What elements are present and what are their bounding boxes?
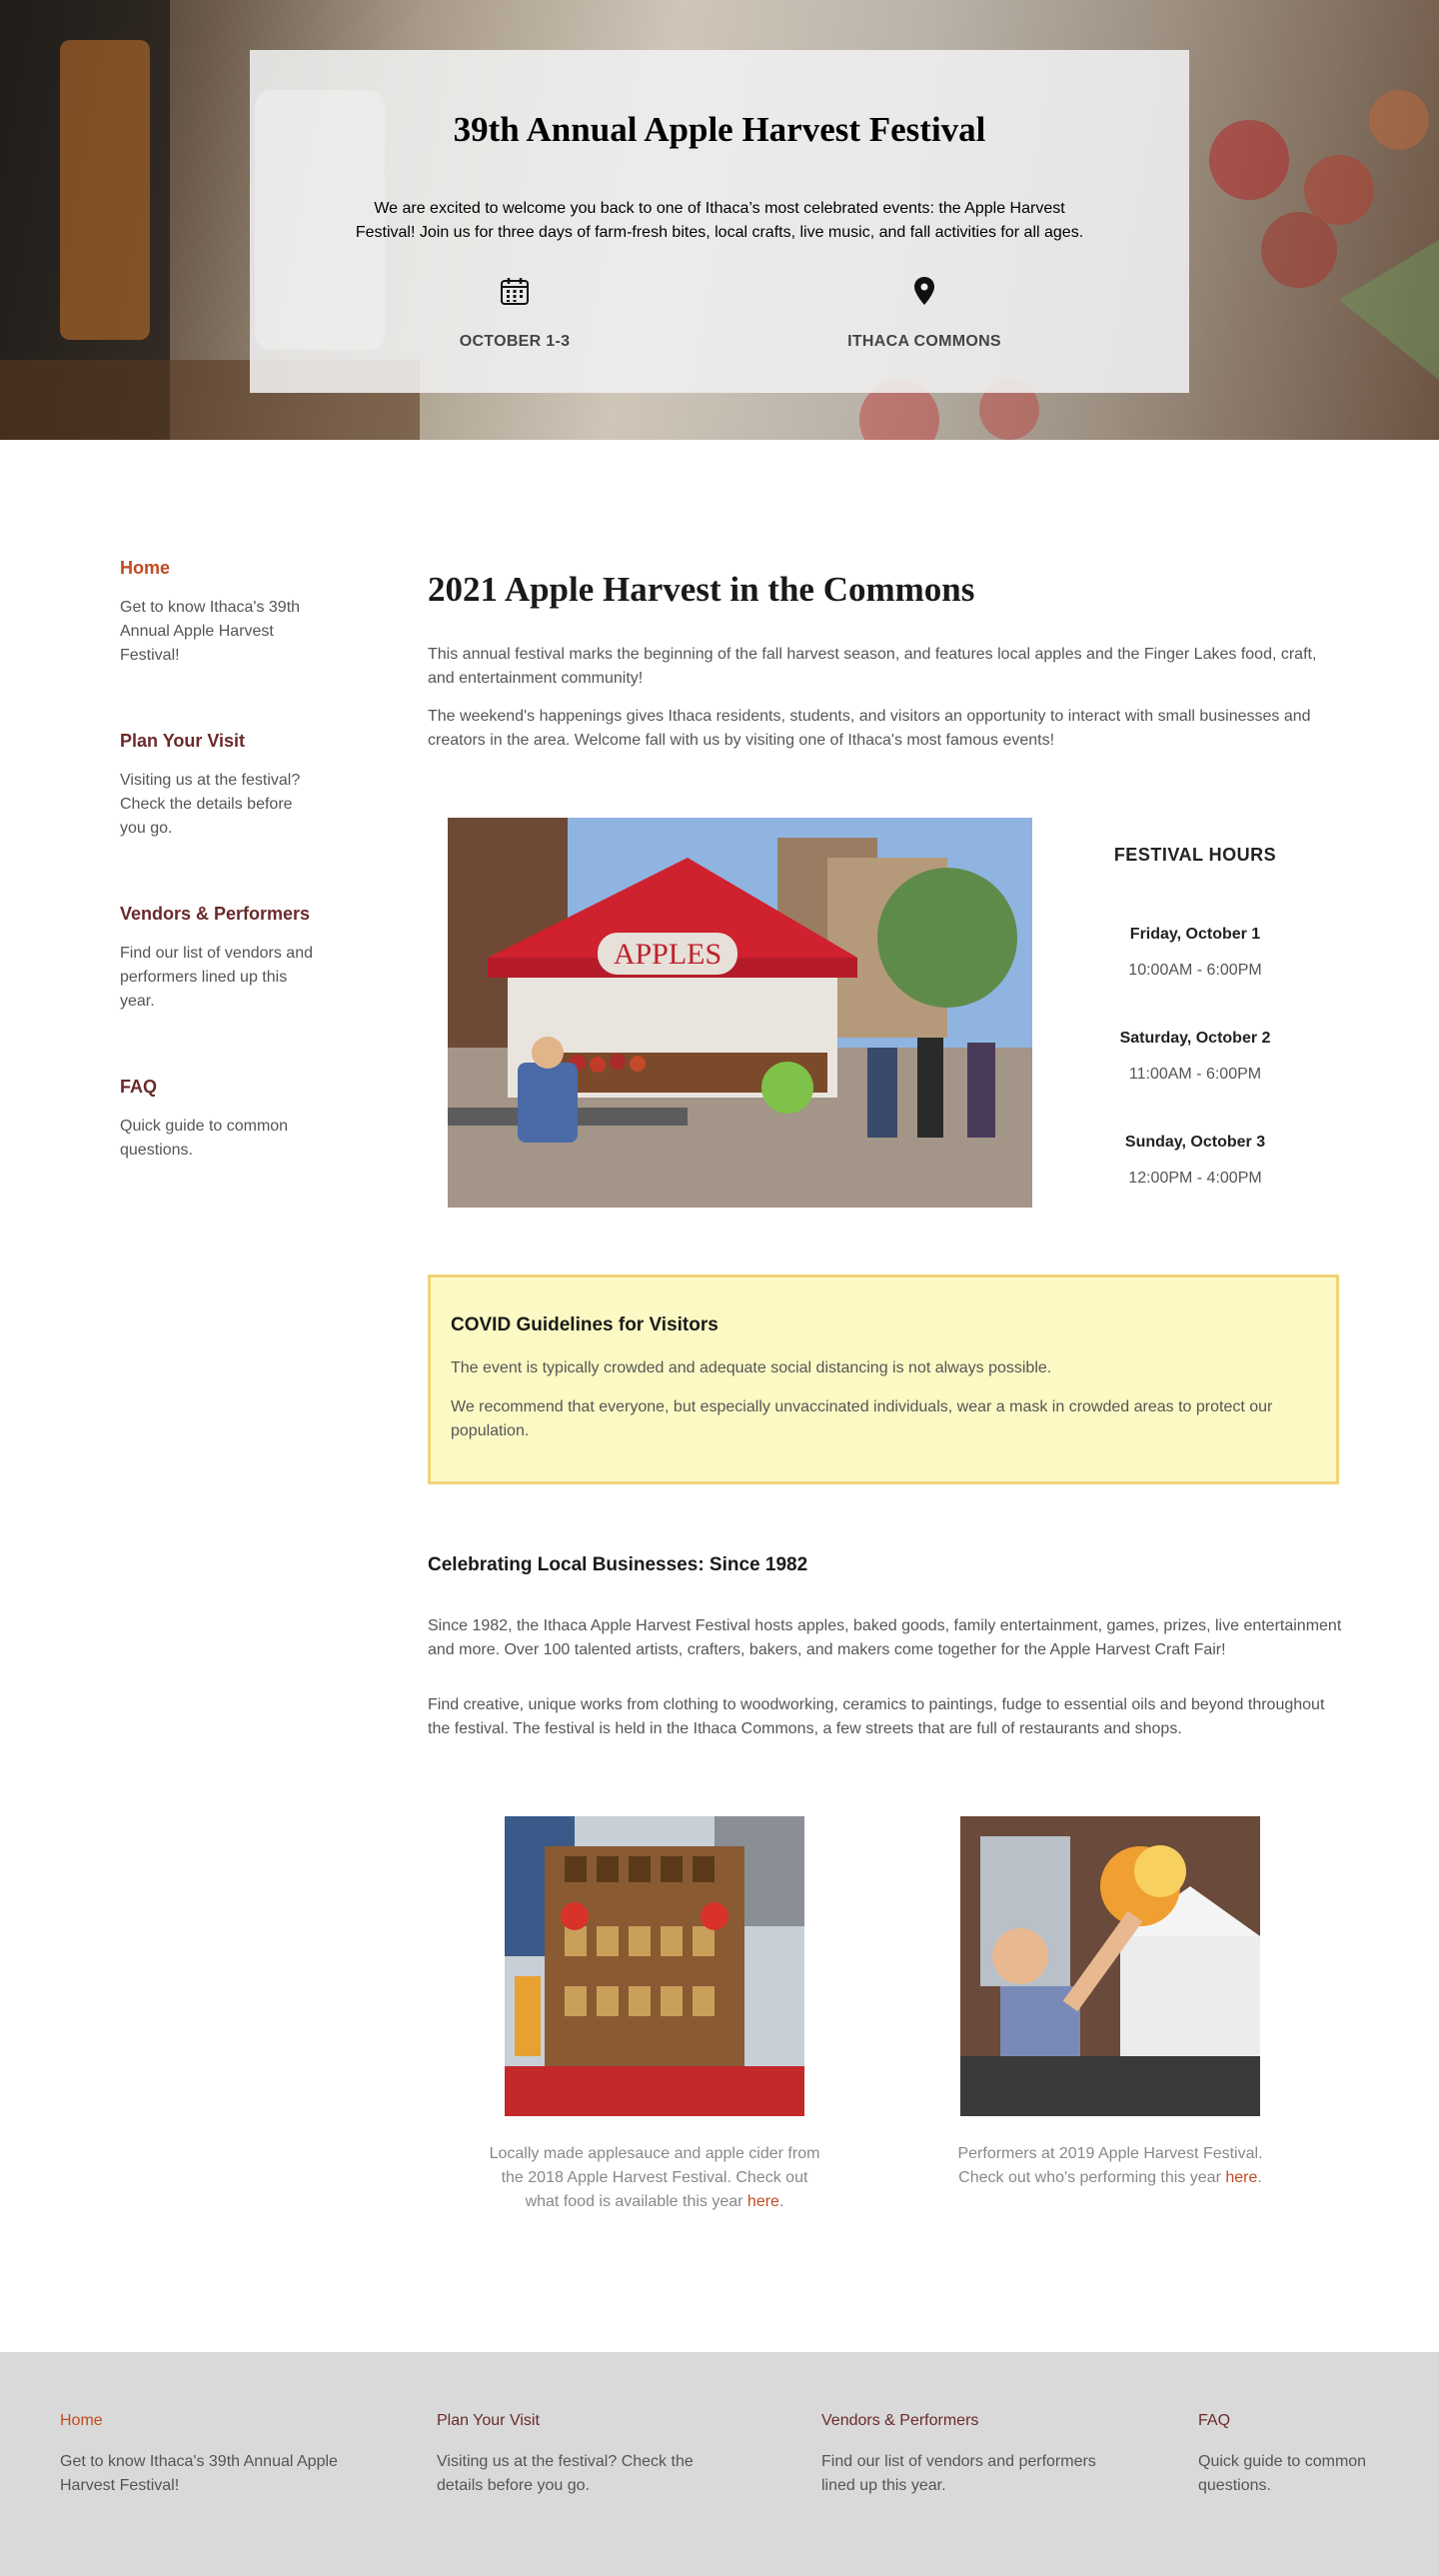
sidebar-item-vendors-performers[interactable]: Vendors & Performers Find our list of ve… [120, 901, 320, 1014]
sidebar-nav: Home Get to know Ithaca's 39th Annual Ap… [120, 555, 320, 1223]
hours-day: Friday, October 1 [1129, 926, 1261, 943]
footer-item-home[interactable]: Home Get to know Ithaca's 39th Annual Ap… [60, 2412, 370, 2498]
covid-paragraph: We recommend that everyone, but especial… [451, 1398, 1273, 1439]
sidebar-item-desc: Visiting us at the festival? Check the d… [120, 772, 301, 837]
performers-link[interactable]: here [1225, 2169, 1257, 2186]
sidebar-item-title[interactable]: FAQ [120, 1074, 320, 1101]
footer-item-faq[interactable]: FAQ Quick guide to common questions. [1198, 2412, 1398, 2498]
hours-time: 12:00PM - 4:00PM [1128, 1170, 1262, 1187]
local-businesses-title: Celebrating Local Businesses: Since 1982 [428, 1554, 808, 1575]
footer: Home Get to know Ithaca's 39th Annual Ap… [0, 2352, 1439, 2576]
local-paragraph: Since 1982, the Ithaca Apple Harvest Fes… [428, 1617, 1342, 1658]
footer-item-desc: Quick guide to common questions. [1198, 2453, 1367, 2494]
sidebar-item-title[interactable]: Vendors & Performers [120, 901, 320, 928]
sidebar-item-desc: Get to know Ithaca's 39th Annual Apple H… [120, 599, 301, 664]
map-pin-icon [914, 277, 934, 305]
figure-caption: Performers at 2019 Apple Harvest Festiva… [957, 2145, 1263, 2186]
event-location-label: ITHACA COMMONS [847, 333, 1001, 350]
footer-item-desc: Visiting us at the festival? Check the d… [437, 2453, 694, 2494]
sidebar-item-home[interactable]: Home Get to know Ithaca's 39th Annual Ap… [120, 555, 320, 668]
covid-paragraph: The event is typically crowded and adequ… [451, 1359, 1052, 1376]
hours-item: Sunday, October 3 12:00PM - 4:00PM [1079, 1134, 1311, 1188]
footer-item-desc: Get to know Ithaca's 39th Annual Apple H… [60, 2453, 338, 2494]
event-location: ITHACA COMMONS [774, 275, 1074, 351]
hero-intro: We are excited to welcome you back to on… [355, 200, 1084, 241]
food-link[interactable]: here [747, 2193, 779, 2210]
footer-item-vendors-performers[interactable]: Vendors & Performers Find our list of ve… [821, 2412, 1111, 2498]
festival-hours-title: FESTIVAL HOURS [1113, 845, 1277, 865]
hours-item: Saturday, October 2 11:00AM - 6:00PM [1079, 1030, 1311, 1084]
hours-time: 11:00AM - 6:00PM [1128, 1066, 1262, 1083]
hours-time: 10:00AM - 6:00PM [1128, 962, 1262, 979]
hours-day: Saturday, October 2 [1119, 1030, 1271, 1047]
covid-guidelines-box: COVID Guidelines for Visitors The event … [428, 1275, 1339, 1484]
event-date-label: OCTOBER 1-3 [459, 333, 571, 350]
apples-sign-text: APPLES [614, 938, 721, 971]
hours-item: Friday, October 1 10:00AM - 6:00PM [1079, 926, 1311, 980]
hero-title: 39th Annual Apple Harvest Festival [453, 110, 986, 149]
main-content: 2021 Apple Harvest in the Commons This a… [428, 570, 1339, 753]
applesauce-photo [505, 1816, 804, 2116]
footer-item-plan-your-visit[interactable]: Plan Your Visit Visiting us at the festi… [437, 2412, 726, 2498]
intro-paragraph: The weekend's happenings gives Ithaca re… [428, 708, 1311, 749]
festival-hours: FESTIVAL HOURS Friday, October 1 10:00AM… [1079, 845, 1311, 1188]
hours-day: Sunday, October 3 [1124, 1134, 1266, 1151]
hero-card: 39th Annual Apple Harvest Festival We ar… [250, 50, 1189, 393]
sidebar-item-title[interactable]: Home [120, 555, 320, 582]
covid-title: COVID Guidelines for Visitors [451, 1314, 719, 1335]
fire-performer-photo [960, 1816, 1260, 2116]
footer-item-title[interactable]: Home [60, 2412, 370, 2430]
local-paragraph: Find creative, unique works from clothin… [428, 1696, 1325, 1737]
hero-banner: 39th Annual Apple Harvest Festival We ar… [0, 0, 1439, 440]
sidebar-item-desc: Find our list of vendors and performers … [120, 945, 313, 1010]
figure-caption: Locally made applesauce and apple cider … [489, 2145, 820, 2210]
calendar-icon [501, 278, 529, 305]
footer-item-desc: Find our list of vendors and performers … [821, 2453, 1096, 2494]
footer-item-title[interactable]: Plan Your Visit [437, 2412, 726, 2430]
event-date: OCTOBER 1-3 [365, 275, 665, 351]
footer-item-title[interactable]: FAQ [1198, 2412, 1398, 2430]
sidebar-item-desc: Quick guide to common questions. [120, 1118, 289, 1159]
page-title: 2021 Apple Harvest in the Commons [428, 570, 975, 609]
apples-tent-photo: APPLES [448, 818, 1032, 1208]
sidebar-item-plan-your-visit[interactable]: Plan Your Visit Visiting us at the festi… [120, 728, 320, 841]
sidebar-item-faq[interactable]: FAQ Quick guide to common questions. [120, 1074, 320, 1163]
sidebar-item-title[interactable]: Plan Your Visit [120, 728, 320, 755]
figure-applesauce: Locally made applesauce and apple cider … [485, 1816, 824, 2214]
footer-item-title[interactable]: Vendors & Performers [821, 2412, 1111, 2430]
figure-performers: Performers at 2019 Apple Harvest Festiva… [940, 1816, 1280, 2190]
intro-paragraph: This annual festival marks the beginning… [428, 646, 1317, 687]
